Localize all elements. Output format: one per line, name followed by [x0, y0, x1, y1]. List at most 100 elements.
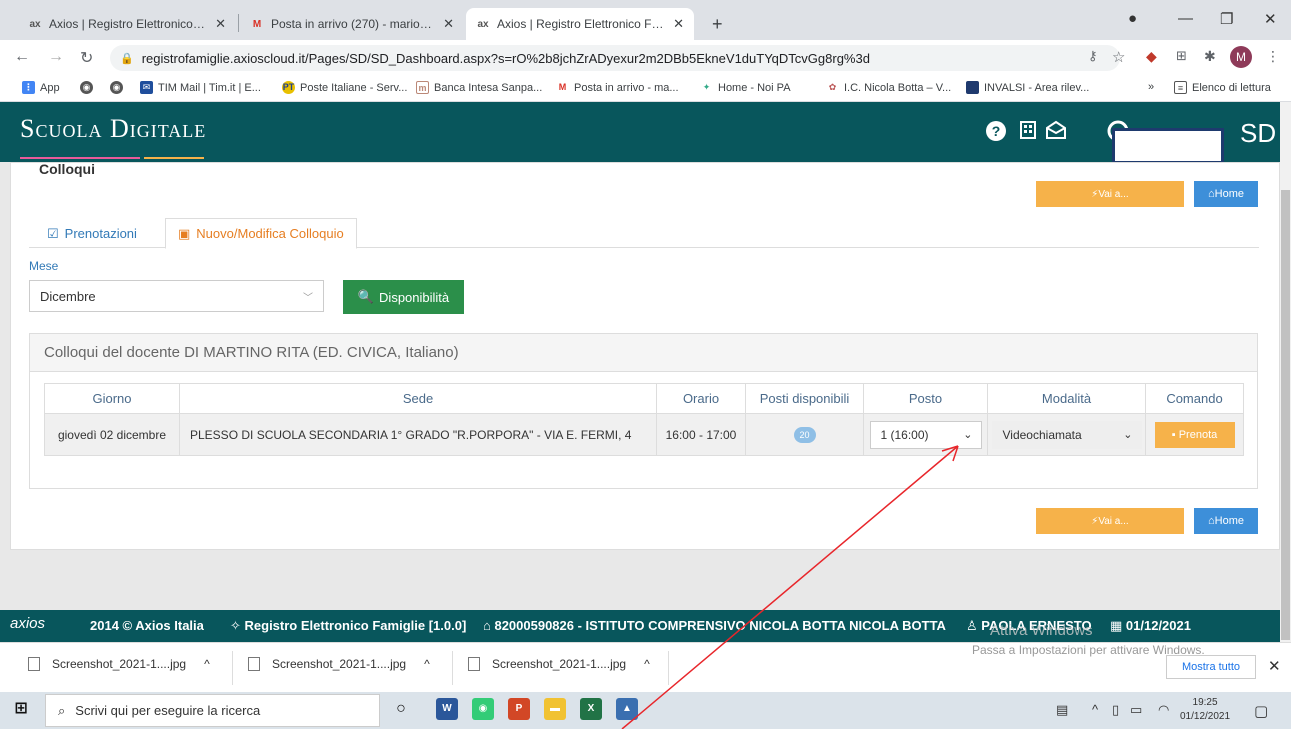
reading-list-button[interactable]: ≡ Elenco di lettura [1174, 81, 1271, 94]
wifi-icon[interactable]: ◠ [1158, 702, 1169, 718]
close-tab-icon[interactable]: ✕ [443, 16, 454, 32]
brand-logo[interactable]: Scuola Digitale [20, 114, 206, 144]
mostra-tutto-button[interactable]: Mostra tutto [1166, 655, 1256, 679]
download-item-1[interactable]: Screenshot_2021-1....jpg ^ [28, 657, 210, 671]
chrome-icon[interactable]: ◉ [472, 698, 494, 720]
browser-tab-1[interactable]: ax Axios | Registro Elettronico Doce ✕ [18, 8, 236, 40]
modalita-cell: Videochiamata ⌄ [987, 413, 1146, 456]
browser-tab-2[interactable]: M Posta in arrivo (270) - mariopiaal ✕ [240, 8, 464, 40]
posto-select[interactable]: 1 (16:00) ⌄ [869, 420, 982, 449]
more-bookmarks-button[interactable]: » [1148, 81, 1154, 93]
download-item-2[interactable]: Screenshot_2021-1....jpg ^ [248, 657, 430, 671]
tab-prenotazioni[interactable]: ☑ Prenotazioni [35, 218, 149, 249]
scrollbar-thumb[interactable] [1281, 190, 1290, 640]
bookmark-noipa[interactable]: ✦ Home - Noi PA [700, 81, 791, 94]
new-tab-button[interactable]: + [702, 8, 732, 40]
bookmark-school[interactable]: ✿ I.C. Nicola Botta – V... [826, 81, 951, 94]
chevron-up-icon[interactable]: ^ [204, 657, 210, 671]
bank-icon: m [416, 81, 429, 94]
cortana-icon[interactable]: ○ [390, 698, 412, 720]
noipa-icon: ✦ [700, 81, 713, 94]
page-scrollbar[interactable] [1280, 102, 1291, 642]
table-header-row: Giorno Sede Orario Posti disponibili Pos… [44, 383, 1244, 414]
notifications-icon[interactable]: ▢ [1254, 702, 1268, 720]
building-icon[interactable] [1016, 120, 1040, 144]
column-header: Giorno [44, 383, 180, 414]
reload-icon[interactable]: ↻ [80, 48, 93, 68]
profile-avatar[interactable]: M [1230, 46, 1252, 68]
url-field[interactable]: 🔒 registrofamiglie.axioscloud.it/Pages/S… [110, 45, 1120, 71]
disponibilita-button[interactable]: 🔍 Disponibilità [343, 280, 464, 314]
globe-icon: ◉ [80, 81, 93, 94]
tray-chevron-icon[interactable]: ^ [1092, 702, 1098, 717]
close-tab-icon[interactable]: ✕ [673, 16, 684, 32]
registro-link[interactable]: ✧ Registro Elettronico Famiglie [1.0.0] [230, 618, 466, 634]
activate-windows-title: Attiva Windows [990, 622, 1093, 639]
bolt-icon: ⚡ [1091, 188, 1099, 200]
close-downloads-icon[interactable]: ✕ [1268, 657, 1281, 675]
app-header: Scuola Digitale ? SD [0, 102, 1280, 164]
powerpoint-icon[interactable]: P [508, 698, 530, 720]
vai-a-button-bottom[interactable]: ⚡ Vai a... [1036, 508, 1184, 534]
forward-icon[interactable]: → [48, 48, 64, 66]
download-item-3[interactable]: Screenshot_2021-1....jpg ^ [468, 657, 650, 671]
posto-cell: 1 (16:00) ⌄ [863, 413, 988, 456]
modalita-select[interactable]: Videochiamata ⌄ [991, 420, 1142, 449]
word-icon[interactable]: W [436, 698, 458, 720]
bookmark-intesa[interactable]: m Banca Intesa Sanpa... [416, 81, 542, 94]
browser-tab-3-active[interactable]: ax Axios | Registro Elettronico Famiç ✕ [466, 8, 694, 40]
back-icon[interactable]: ← [14, 48, 30, 66]
help-icon[interactable]: ? [984, 120, 1008, 144]
bookmark-invalsi[interactable]: INVALSI - Area rilev... [966, 81, 1089, 94]
puzzle-icon[interactable]: ✱ [1204, 48, 1216, 65]
tab-nuovo-modifica-colloquio[interactable]: ▣ Nuovo/Modifica Colloquio [165, 218, 357, 249]
column-header: Comando [1145, 383, 1244, 414]
star-icon[interactable]: ☆ [1112, 48, 1125, 66]
calendar-check-icon: ☑ [47, 225, 59, 241]
bookmark-globe-1[interactable]: ◉ [80, 81, 98, 94]
search-icon: 🔍 [357, 289, 375, 304]
close-tab-icon[interactable]: ✕ [215, 16, 226, 32]
home-button-top[interactable]: ⌂ Home [1194, 181, 1258, 207]
apps-grid-icon: ⋮ [22, 81, 35, 94]
chevron-up-icon[interactable]: ^ [644, 657, 650, 671]
taskbar-search[interactable]: ⌕ Scrivi qui per eseguire la ricerca [45, 694, 380, 727]
restore-icon[interactable]: ❐ [1220, 10, 1233, 28]
taskbar-clock[interactable]: 19:25 01/12/2021 [1180, 696, 1230, 724]
bookmark-tim-mail[interactable]: ✉ TIM Mail | Tim.it | E... [140, 81, 261, 94]
record-icon[interactable]: ● [1128, 10, 1137, 27]
copyright-text: 2014 © Axios Italia [90, 618, 204, 633]
bookmark-gmail[interactable]: M Posta in arrivo - ma... [556, 81, 679, 94]
poste-icon: PT [282, 81, 295, 94]
mail-open-icon[interactable] [1044, 120, 1068, 144]
network-icon[interactable]: ▭ [1130, 702, 1142, 718]
key-icon[interactable]: ⚷ [1088, 48, 1098, 64]
task-view-icon[interactable]: ▤ [1056, 702, 1068, 718]
file-icon [248, 657, 260, 671]
chevron-up-icon[interactable]: ^ [424, 657, 430, 671]
minimize-icon[interactable]: — [1178, 10, 1193, 27]
windows-start-icon[interactable]: ⊞ [10, 698, 32, 720]
file-icon [468, 657, 480, 671]
orario-cell: 16:00 - 17:00 [656, 413, 746, 456]
ublock-icon[interactable]: ◆ [1146, 48, 1157, 65]
excel-icon[interactable]: X [580, 698, 602, 720]
extension-grid-icon[interactable]: ⊞ [1176, 48, 1187, 64]
menu-dots-icon[interactable]: ⋮ [1266, 48, 1280, 65]
page-title: Colloqui [39, 161, 95, 177]
chevron-down-icon: ⌄ [1123, 428, 1133, 441]
vai-a-button-top[interactable]: ⚡ Vai a... [1036, 181, 1184, 207]
colloqui-panel: Colloqui del docente DI MARTINO RITA (ED… [29, 333, 1258, 489]
photos-icon[interactable]: ▲ [616, 698, 638, 720]
bookmark-globe-2[interactable]: ◉ [110, 81, 128, 94]
close-window-icon[interactable]: ✕ [1264, 10, 1277, 28]
bookmark-icon [966, 81, 979, 94]
bookmark-poste[interactable]: PT Poste Italiane - Serv... [282, 81, 407, 94]
file-explorer-icon[interactable]: ▬ [544, 698, 566, 720]
istituto-text: ⌂ 82000590826 - ISTITUTO COMPRENSIVO NIC… [483, 618, 946, 633]
prenota-button[interactable]: ▪ Prenota [1154, 421, 1235, 448]
battery-icon[interactable]: ▯ [1112, 702, 1119, 718]
mese-select[interactable]: Dicembre ﹀ [29, 280, 324, 312]
bookmark-app[interactable]: ⋮ App [22, 81, 60, 94]
home-button-bottom[interactable]: ⌂ Home [1194, 508, 1258, 534]
